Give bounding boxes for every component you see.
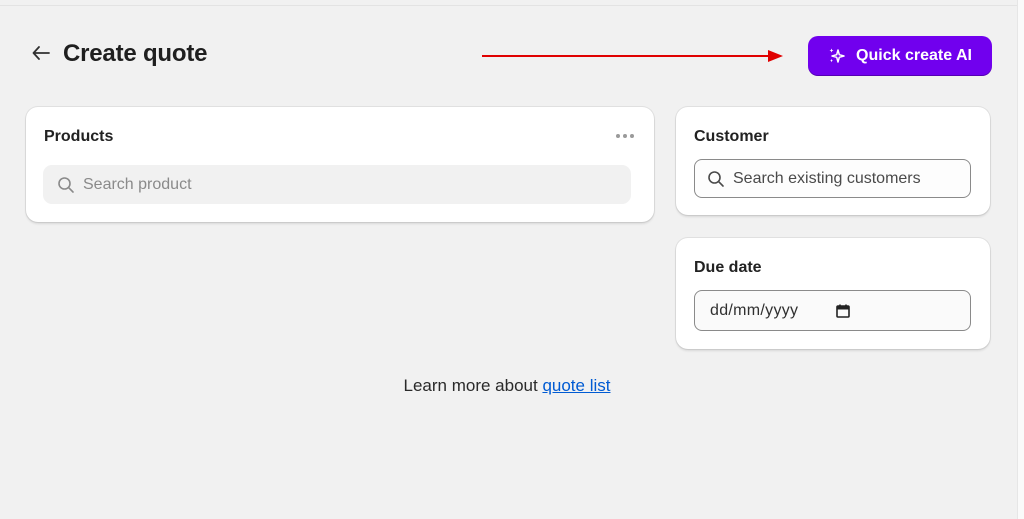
footer-help-text: Learn more about quote list [0, 376, 1014, 396]
quote-list-link[interactable]: quote list [542, 376, 610, 395]
product-search-field[interactable] [43, 165, 631, 204]
due-date-title: Due date [694, 259, 762, 276]
calendar-icon[interactable] [835, 303, 851, 319]
dot-icon [623, 134, 627, 138]
due-date-card: Due date dd/mm/yyyy [676, 238, 990, 349]
footer-prefix: Learn more about [403, 376, 538, 395]
page-header: Create quote Quick create AI [30, 36, 992, 76]
customer-title: Customer [694, 128, 769, 145]
back-button[interactable] [30, 42, 52, 64]
search-icon [708, 170, 724, 187]
top-divider [0, 5, 1017, 6]
annotation-arrow [482, 50, 783, 62]
due-date-value: dd/mm/yyyy [710, 301, 799, 319]
customer-search-field[interactable] [694, 159, 971, 198]
dot-icon [630, 134, 634, 138]
arrow-left-icon [32, 46, 50, 60]
more-actions-button[interactable] [616, 134, 634, 138]
quick-create-ai-button[interactable]: Quick create AI [808, 36, 992, 76]
sparkle-icon [829, 48, 845, 63]
quick-create-ai-label: Quick create AI [856, 47, 972, 64]
product-search-input[interactable] [83, 175, 631, 194]
scrollbar-track[interactable] [1017, 0, 1024, 519]
customer-search-input[interactable] [733, 169, 970, 188]
search-icon [58, 176, 74, 193]
customer-card: Customer [676, 107, 990, 215]
due-date-input[interactable]: dd/mm/yyyy [694, 290, 971, 331]
products-title: Products [44, 128, 114, 145]
dot-icon [616, 134, 620, 138]
products-card: Products [26, 107, 654, 222]
page-title: Create quote [63, 40, 208, 67]
